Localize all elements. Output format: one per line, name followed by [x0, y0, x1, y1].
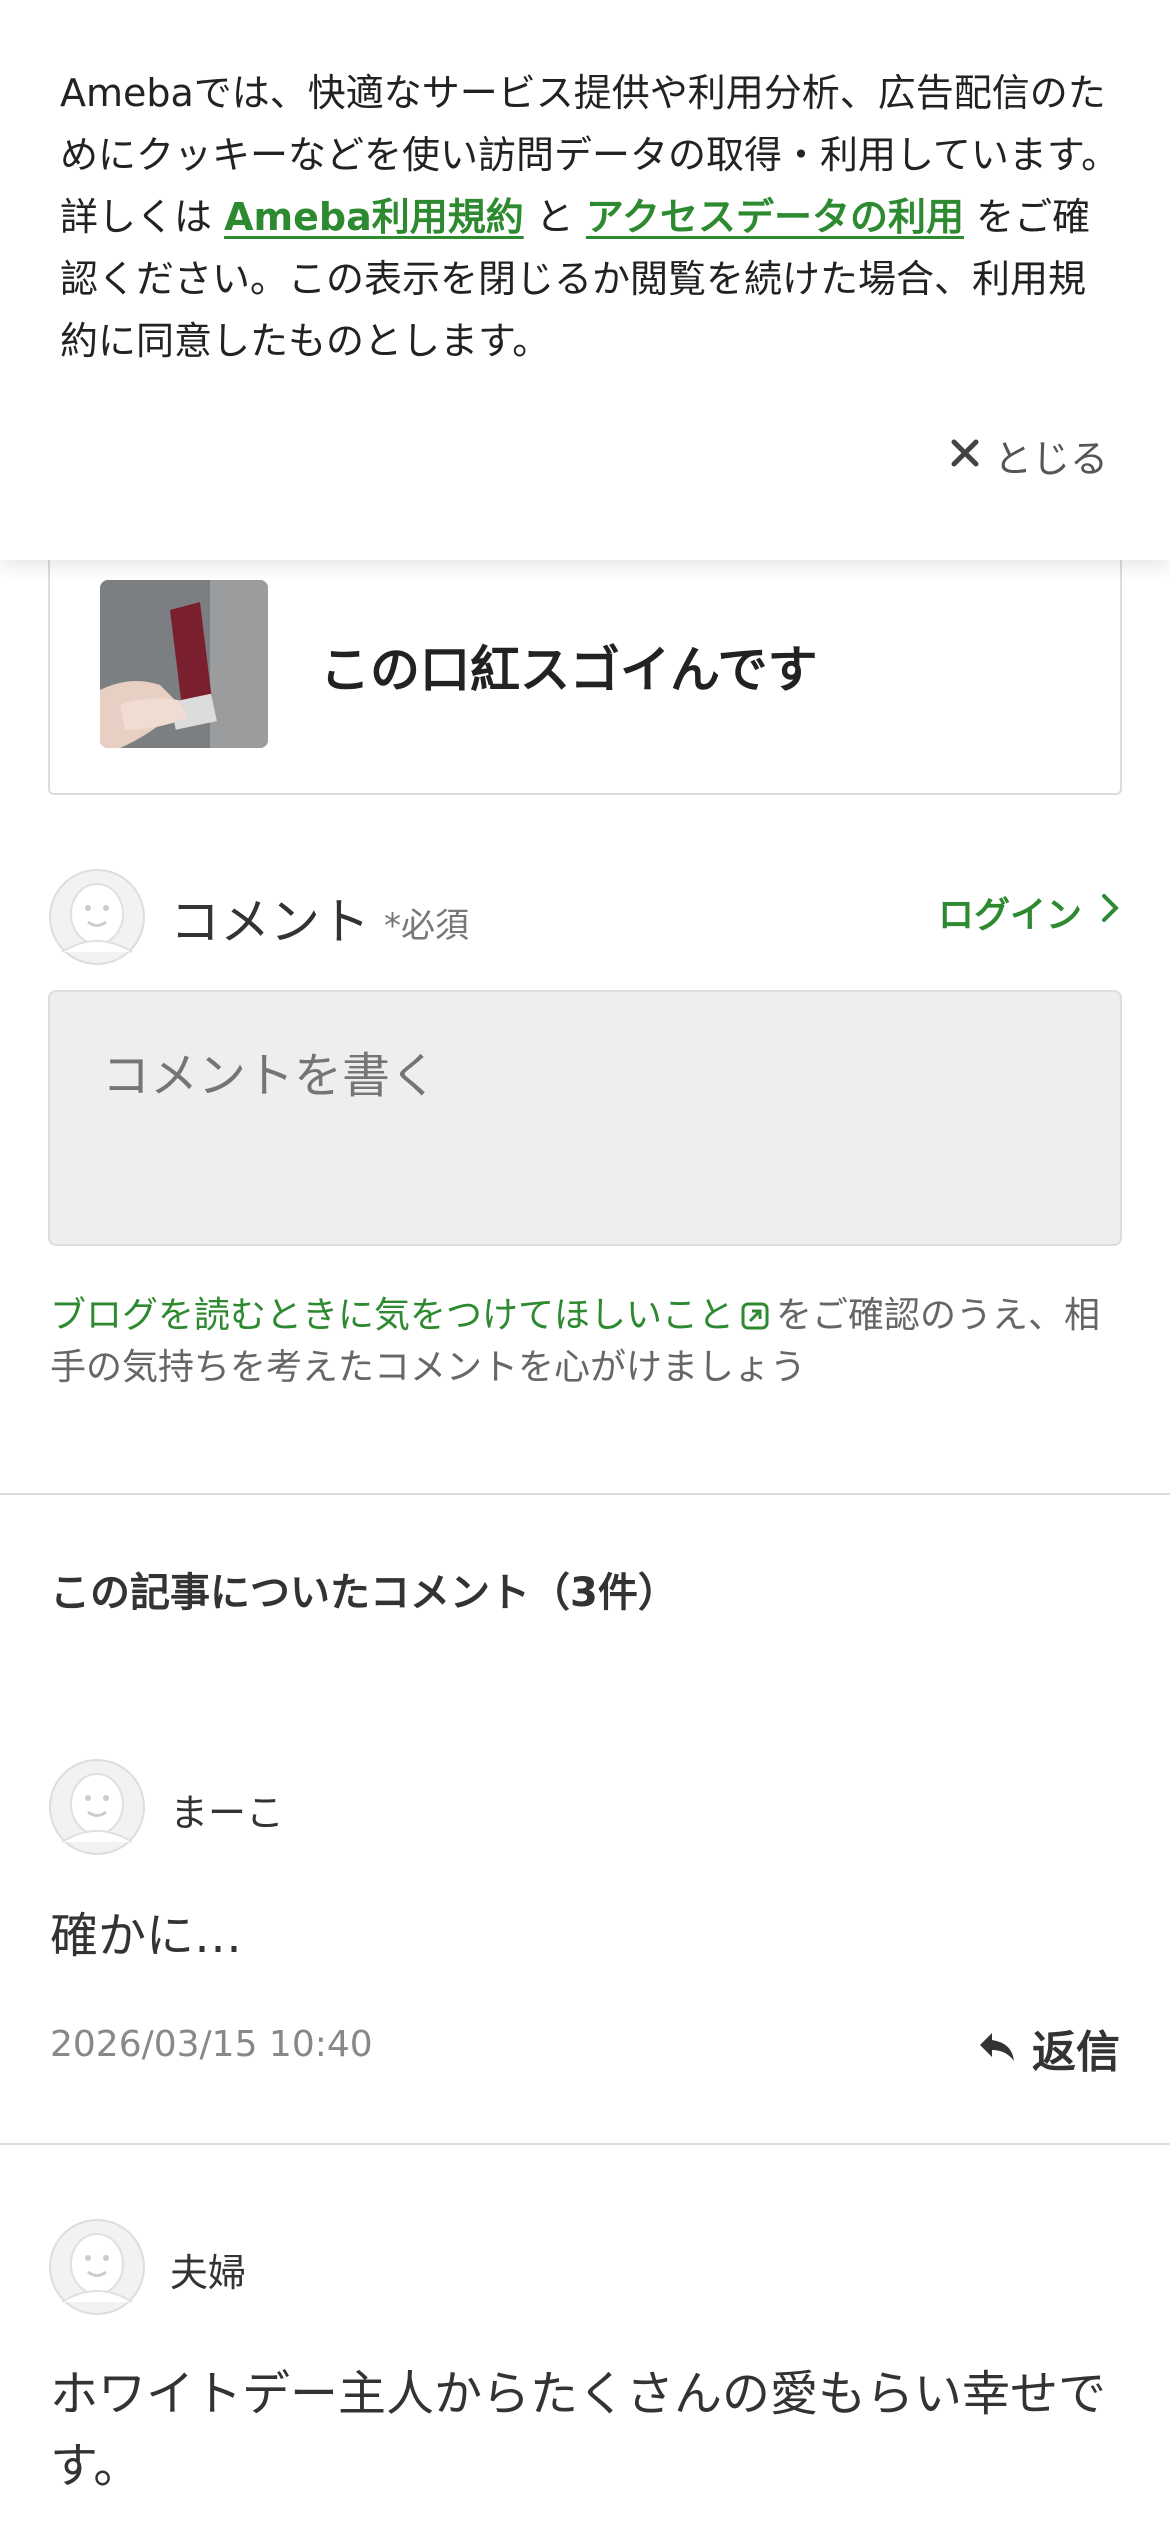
comment-body: ホワイトデー主人からたくさんの愛もらい幸せです。	[50, 2366, 1107, 2494]
close-banner-button[interactable]: とじる	[950, 425, 1108, 485]
required-label: *必須	[384, 906, 469, 946]
comment-body: 確かに…	[50, 1908, 243, 1964]
avatar	[48, 868, 146, 966]
login-label: ログイン	[937, 895, 1082, 936]
comment-input[interactable]	[48, 990, 1122, 1246]
guideline-link[interactable]: ブログを読むときに気をつけてほしいこと	[50, 1295, 776, 1336]
section-divider	[0, 1493, 1170, 1495]
comment-timestamp: 2026/03/15 10:40	[50, 2024, 373, 2065]
commenter-name[interactable]: まーこ	[170, 1782, 284, 1837]
terms-link[interactable]: Ameba利用規約	[224, 195, 524, 239]
comments-section-title: この記事についたコメント（3件）	[50, 1570, 678, 1616]
chevron-right-icon	[1100, 892, 1120, 933]
reply-arrow-icon	[978, 2023, 1016, 2074]
comment-divider	[0, 2143, 1170, 2145]
close-label: とじる	[993, 436, 1108, 481]
commenter-name[interactable]: 夫婦	[170, 2242, 246, 2297]
reply-button[interactable]: 返信	[978, 2016, 1120, 2080]
avatar	[48, 2218, 146, 2316]
cookie-notice-text: Amebaでは、快適なサービス提供や利用分析、広告配信のためにクッキーなどを使い…	[60, 71, 1120, 363]
close-icon	[950, 433, 980, 477]
comment-guideline: ブログを読むときに気をつけてほしいこと をご確認のうえ、相手の気持ちを考えたコメン…	[50, 1295, 1101, 1388]
comment-heading: コメント	[170, 893, 370, 951]
external-link-icon	[740, 1294, 770, 1330]
article-title: この口紅スゴイんです	[320, 641, 818, 699]
reply-label: 返信	[1032, 2027, 1120, 2078]
login-link[interactable]: ログイン	[938, 886, 1120, 938]
access-data-link[interactable]: アクセスデータの利用	[586, 195, 964, 239]
avatar	[48, 1758, 146, 1856]
article-card[interactable]: この口紅スゴイんです	[48, 520, 1122, 795]
lipstick-thumbnail	[100, 580, 268, 748]
cookie-banner: Amebaでは、快適なサービス提供や利用分析、広告配信のためにクッキーなどを使い…	[0, 0, 1170, 560]
